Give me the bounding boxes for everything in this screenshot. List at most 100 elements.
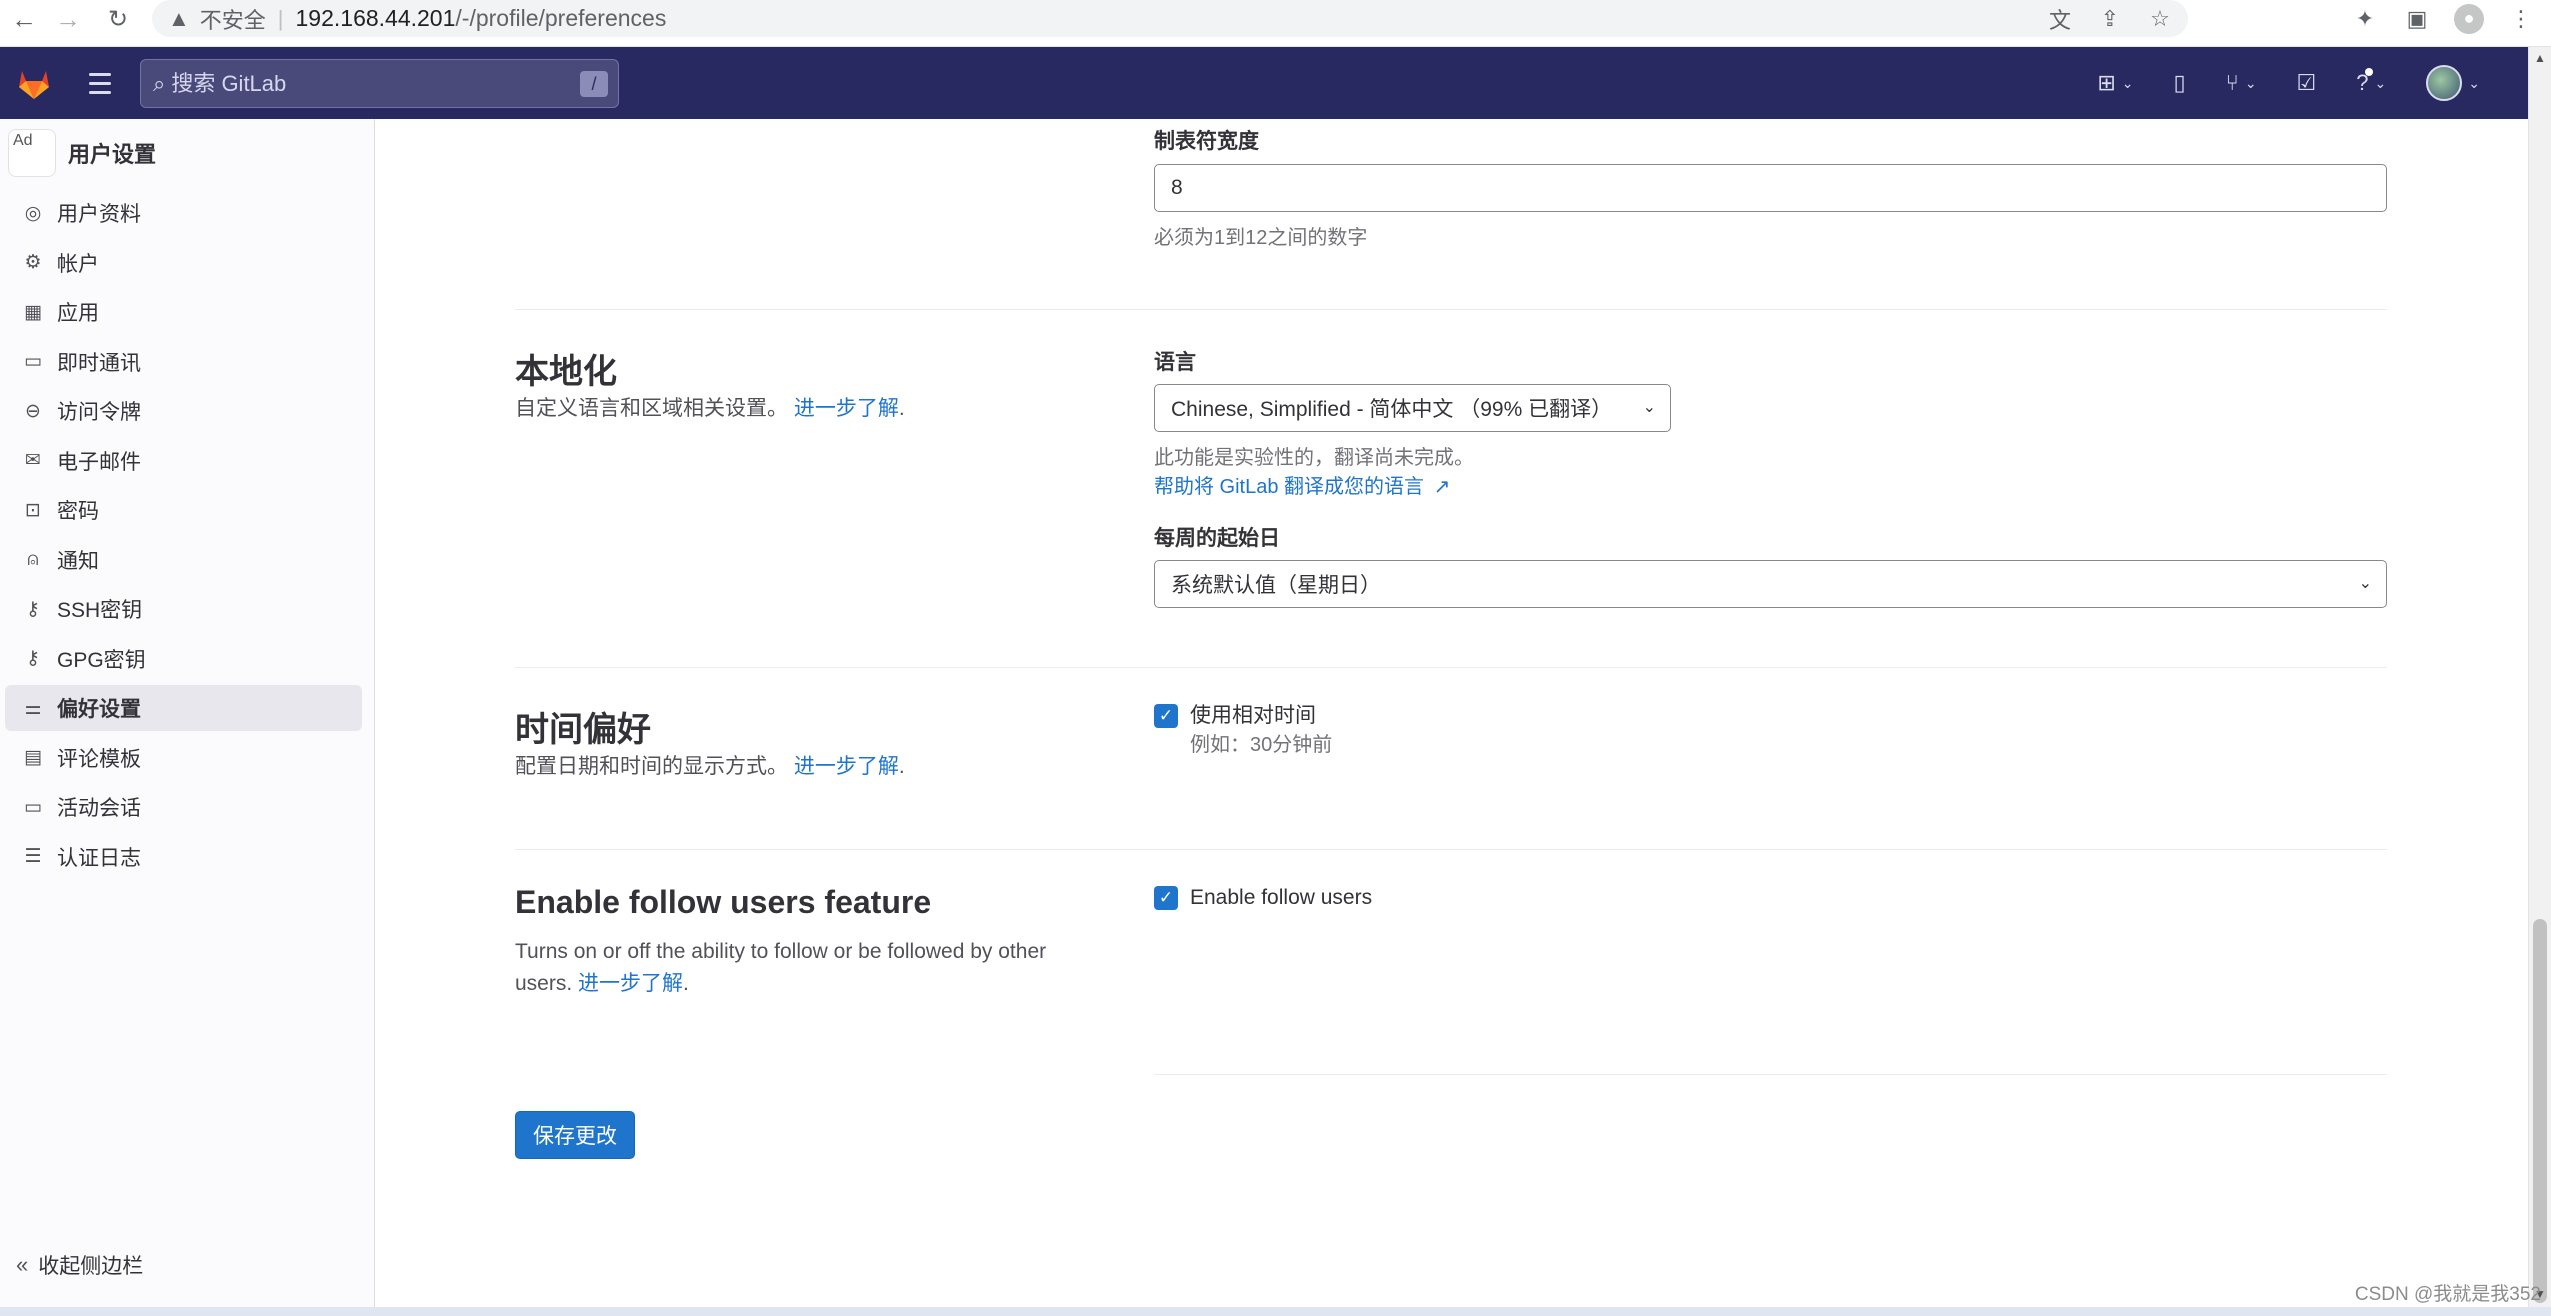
sidebar-item-password[interactable]: ⊡ 密码: [5, 487, 362, 533]
localization-description: 自定义语言和区域相关设置。 进一步了解.: [515, 397, 905, 420]
address-bar[interactable]: ▲ 不安全 | 192.168.44.201/-/profile/prefere…: [152, 0, 2188, 37]
sidebar-item-label: 评论模板: [57, 747, 141, 771]
create-new-menu[interactable]: ⊞ ⌄: [2089, 61, 2141, 105]
tab-width-input[interactable]: 8: [1154, 164, 2387, 212]
relative-time-checkbox[interactable]: ✓: [1154, 704, 1178, 728]
scrollbar-thumb[interactable]: [2533, 919, 2547, 1303]
external-link-icon: ↗: [1433, 476, 1451, 498]
merge-request-icon: ⑂: [2225, 70, 2239, 95]
side-panel-icon[interactable]: ▣: [2402, 4, 2432, 34]
tab-width-help: 必须为1到12之间的数字: [1154, 227, 1368, 249]
sidebar-item-active-sessions[interactable]: ▭ 活动会话: [5, 784, 362, 830]
page-scrollbar[interactable]: ▲ ▼: [2528, 47, 2551, 1307]
language-select-value: Chinese, Simplified - 简体中文 （99% 已翻译）: [1171, 398, 1613, 421]
chevron-down-icon: ⌄: [1642, 399, 1656, 416]
applications-icon: ▦: [24, 301, 42, 323]
translate-gitlab-link[interactable]: 帮助将 GitLab 翻译成您的语言 ↗: [1154, 470, 1450, 499]
double-chevron-left-icon: «: [16, 1252, 29, 1277]
url-path: /-/profile/preferences: [455, 5, 667, 31]
warning-icon: ▲: [168, 5, 190, 31]
reload-icon[interactable]: ↻: [100, 0, 136, 38]
sidebar-item-comment-templates[interactable]: ▤ 评论模板: [5, 735, 362, 781]
collapse-sidebar-button[interactable]: « 收起侧边栏: [16, 1250, 143, 1280]
preferences-main: 制表符宽度 8 必须为1到12之间的数字 本地化 自定义语言和区域相关设置。 进…: [376, 119, 2528, 1307]
sidebar-item-ssh-keys[interactable]: ⚷ SSH密钥: [5, 586, 362, 632]
search-shortcut-key: /: [580, 71, 608, 97]
extensions-icon[interactable]: ✦: [2350, 4, 2380, 34]
sidebar-item-label: 用户资料: [57, 203, 141, 226]
time-preferences-description: 配置日期和时间的显示方式。 进一步了解.: [515, 755, 905, 778]
tab-width-label: 制表符宽度: [1154, 130, 1259, 153]
sidebar-item-label: 帐户: [57, 252, 99, 276]
gitlab-logo-icon[interactable]: [14, 63, 54, 103]
sidebar-item-access-tokens[interactable]: ⊖ 访问令牌: [5, 388, 362, 434]
section-divider: [1154, 1074, 2387, 1075]
language-select[interactable]: Chinese, Simplified - 简体中文 （99% 已翻译） ⌄: [1154, 384, 1671, 432]
sidebar-item-preferences[interactable]: ⚌ 偏好设置: [5, 685, 362, 731]
follow-users-description-line2: users.: [515, 972, 573, 995]
sidebar-item-account[interactable]: ⚙ 帐户: [5, 240, 362, 286]
lock-icon: ⊡: [25, 499, 41, 521]
help-menu[interactable]: ? ⌄: [2348, 61, 2394, 105]
sidebar-item-applications[interactable]: ▦ 应用: [5, 289, 362, 335]
monitor-icon: ▭: [24, 796, 42, 818]
sidebar-item-notifications[interactable]: ⍝ 通知: [5, 537, 362, 583]
sidebar-item-label: 活动会话: [57, 797, 141, 820]
back-icon[interactable]: ←: [6, 0, 42, 38]
time-preferences-learn-more-link[interactable]: 进一步了解: [794, 755, 899, 778]
sidebar-item-gpg-keys[interactable]: ⚷ GPG密钥: [5, 636, 362, 682]
key-icon: ⚷: [26, 648, 40, 669]
omnibox-divider: |: [277, 5, 284, 31]
sidebar-item-label: 访问令牌: [57, 401, 141, 424]
first-day-of-week-select[interactable]: 系统默认值（星期日） ⌄: [1154, 560, 2387, 608]
sidebar-title: 用户设置: [68, 142, 157, 167]
search-icon: ⌕: [153, 70, 166, 96]
relative-time-help: 例如：30分钟前: [1190, 734, 1333, 756]
bookmark-star-icon[interactable]: ☆: [2146, 5, 2174, 33]
collapse-sidebar-label: 收起侧边栏: [38, 1255, 144, 1278]
chevron-down-icon: ⌄: [2358, 575, 2372, 592]
hamburger-menu-icon[interactable]: [82, 65, 118, 101]
search-box[interactable]: ⌕ /: [140, 59, 619, 108]
watermark: CSDN @我就是我352: [2354, 1284, 2541, 1305]
language-help: 此功能是实验性的，翻译尚未完成。: [1154, 447, 1474, 469]
sidebar-item-auth-log[interactable]: ☰ 认证日志: [5, 834, 362, 880]
save-changes-button[interactable]: 保存更改: [515, 1111, 635, 1159]
sidebar-nav-list: ◎ 用户资料 ⚙ 帐户 ▦ 应用 ▭ 即时通讯 ⊖ 访问令牌 ✉ 电子邮件 ⊡ 密码 ⍝ 通知 …: [5, 190, 362, 883]
relative-time-option[interactable]: ✓ 使用相对时间 例如：30分钟前: [1154, 702, 1332, 760]
sidebar-context-header[interactable]: Ad 用户设置: [8, 129, 156, 177]
todos-link[interactable]: ☑: [2289, 61, 2325, 105]
follow-users-checkbox[interactable]: ✓: [1154, 886, 1178, 910]
localization-learn-more-link[interactable]: 进一步了解: [794, 397, 899, 420]
sidebar-item-label: GPG密钥: [57, 648, 146, 672]
chat-icon: ▭: [24, 351, 42, 372]
preferences-icon: ⚌: [24, 697, 42, 719]
follow-users-learn-more-link[interactable]: 进一步了解: [578, 972, 683, 995]
sidebar-item-chat[interactable]: ▭ 即时通讯: [5, 339, 362, 385]
translate-gitlab-link-text: 帮助将 GitLab 翻译成您的语言: [1154, 476, 1425, 498]
profile-icon: ◎: [24, 202, 42, 224]
relative-time-label: 使用相对时间: [1190, 704, 1316, 727]
follow-users-description: Turns on or off the ability to follow or…: [515, 936, 1046, 1000]
sidebar-item-label: 应用: [57, 302, 99, 325]
browser-profile-icon[interactable]: ●: [2454, 3, 2484, 34]
issues-link[interactable]: ▯: [2166, 61, 2194, 105]
chevron-down-icon: ⌄: [2468, 74, 2480, 91]
translate-icon[interactable]: 文: [2046, 5, 2074, 33]
user-menu[interactable]: ⌄: [2418, 61, 2488, 105]
sidebar-item-emails[interactable]: ✉ 电子邮件: [5, 438, 362, 484]
first-day-of-week-value: 系统默认值（星期日）: [1171, 574, 1381, 597]
forward-icon[interactable]: →: [50, 0, 86, 38]
share-icon[interactable]: ⇪: [2096, 5, 2124, 33]
section-divider: [515, 667, 2387, 668]
scroll-up-arrow-icon[interactable]: ▲: [2534, 51, 2546, 65]
search-input[interactable]: [171, 70, 552, 97]
follow-users-option[interactable]: ✓ Enable follow users: [1154, 884, 1372, 912]
sidebar-item-profile[interactable]: ◎ 用户资料: [5, 190, 362, 236]
browser-toolbar: ← → ↻ ▲ 不安全 | 192.168.44.201/-/profile/p…: [0, 0, 2551, 47]
merge-requests-menu[interactable]: ⑂ ⌄: [2218, 61, 2265, 105]
mail-icon: ✉: [25, 450, 41, 471]
browser-menu-icon[interactable]: ⋮: [2506, 4, 2536, 34]
sidebar-item-label: 偏好设置: [57, 698, 141, 721]
todo-check-icon: ☑: [2296, 70, 2317, 95]
